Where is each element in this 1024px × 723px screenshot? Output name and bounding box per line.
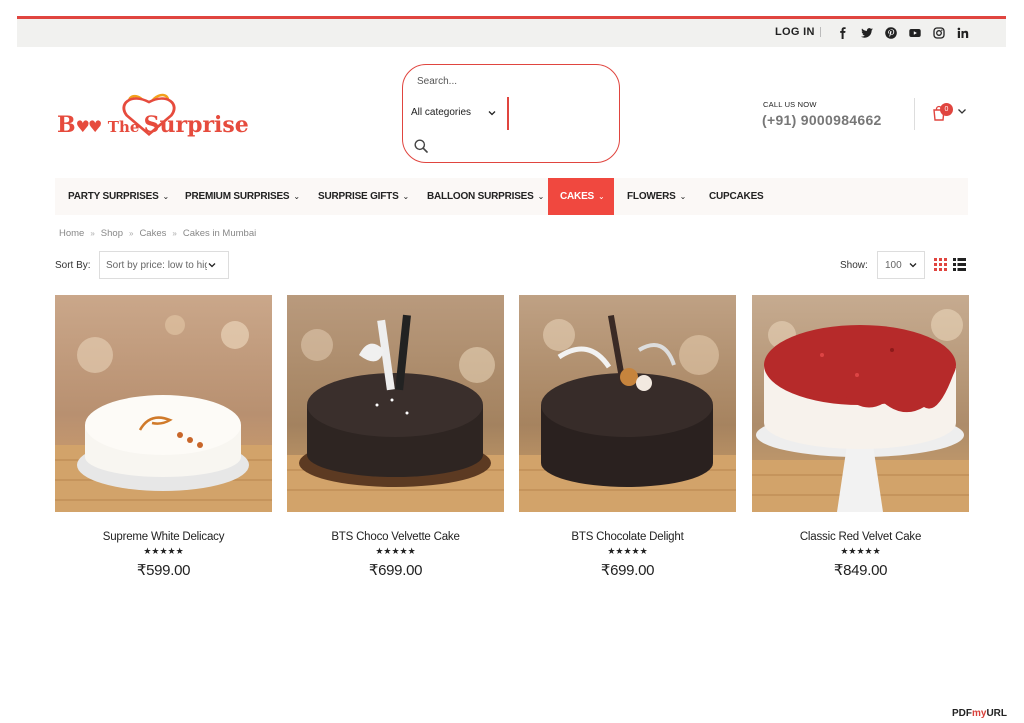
nav-label: SURPRISE GIFTS [318,191,399,202]
logo-wordmark: B♥♥ The Surprise [57,112,249,138]
chevron-down-icon: ⌄ [537,192,545,201]
nav-label: CAKES [560,191,595,202]
search-box: All categories [402,64,620,163]
breadcrumb-separator: » [90,229,95,238]
linkedin-icon[interactable] [955,25,970,40]
product-card[interactable]: Classic Red Velvet Cake ★★★★★ ₹849.00 [752,295,969,579]
product-image[interactable] [287,295,504,512]
instagram-icon[interactable] [931,25,946,40]
search-icon[interactable] [414,139,428,153]
call-label: CALL US NOW [763,100,817,109]
cart-count-badge: 0 [940,103,953,116]
breadcrumb-separator: » [172,229,177,238]
youtube-icon[interactable] [907,25,922,40]
login-link[interactable]: LOG IN [775,26,815,38]
search-input[interactable] [417,74,607,88]
logo-hearts-icon: ♥♥ [75,117,103,136]
nav-item-surprise-gifts[interactable]: SURPRISE GIFTS ⌄ [318,178,409,215]
nav-label: BALLOON SURPRISES [427,191,534,202]
nav-label: CUPCAKES [709,191,764,202]
product-name[interactable]: Classic Red Velvet Cake [752,531,969,543]
product-card[interactable]: Supreme White Delicacy ★★★★★ ₹599.00 [55,295,272,579]
chevron-down-icon [488,111,496,116]
chevron-down-icon: ⌄ [293,192,300,201]
chevron-down-icon[interactable] [957,106,967,116]
product-name[interactable]: Supreme White Delicacy [55,531,272,543]
list-view-icon[interactable] [953,258,966,271]
nav-label: PARTY SURPRISES [68,191,159,202]
breadcrumb: Home » Shop » Cakes » Cakes in Mumbai [59,228,256,239]
top-bar: LOG IN [17,19,1006,47]
product-card[interactable]: BTS Chocolate Delight ★★★★★ ₹699.00 [519,295,736,579]
product-price: ₹599.00 [136,562,191,579]
nav-item-cakes[interactable]: CAKES ⌄ [548,178,614,215]
nav-item-cupcakes[interactable]: CUPCAKES [709,178,764,215]
nav-item-party-surprises[interactable]: PARTY SURPRISES ⌄ [68,178,169,215]
chevron-down-icon: ⌄ [162,192,170,201]
breadcrumb-current: Cakes in Mumbai [182,228,257,239]
breadcrumb-separator: » [128,229,134,238]
product-image[interactable] [55,295,272,512]
facebook-icon[interactable] [835,25,850,40]
nav-label: FLOWERS [627,191,676,202]
product-card[interactable]: BTS Choco Velvette Cake ★★★★★ ₹699.00 [287,295,504,579]
product-price: ₹849.00 [833,562,888,579]
show-label: Show: [840,260,868,271]
nav-item-premium-surprises[interactable]: PREMIUM SURPRISES ⌄ [185,178,300,215]
grid-view-icon[interactable] [934,258,947,271]
rating-stars: ★★★★★ [143,546,184,556]
nav-item-balloon-surprises[interactable]: BALLOON SURPRISES ⌄ [427,178,544,215]
chevron-down-icon [207,260,217,270]
sort-by-label: Sort By: [55,260,91,271]
logo-left-text: B [57,112,76,138]
product-name[interactable]: BTS Chocolate Delight [519,531,736,543]
chevron-down-icon: ⌄ [679,192,687,201]
search-divider [507,97,509,130]
login-separator [820,27,821,37]
logo-mid-text: The [107,118,140,136]
pdfmyurl-watermark: PDFmyURL [952,708,1007,719]
social-links [835,25,970,40]
product-price: ₹699.00 [368,562,423,579]
breadcrumb-home[interactable]: Home [59,228,84,239]
product-name[interactable]: BTS Choco Velvette Cake [287,531,504,543]
breadcrumb-shop[interactable]: Shop [101,228,123,239]
category-select[interactable]: All categories [411,107,471,118]
header-separator [914,98,915,130]
twitter-icon[interactable] [859,25,874,40]
chevron-down-icon: ⌄ [402,192,410,201]
nav-item-flowers[interactable]: FLOWERS ⌄ [627,178,686,215]
pinterest-icon[interactable] [883,25,898,40]
logo-right-text: Surprise [143,112,249,138]
nav-label: PREMIUM SURPRISES [185,191,290,202]
product-image[interactable] [752,295,969,512]
call-number[interactable]: (+91) 9000984662 [762,112,882,128]
watermark-post: URL [986,708,1008,719]
rating-stars: ★★★★★ [607,546,648,556]
product-image[interactable] [519,295,736,512]
chevron-down-icon [909,263,917,268]
watermark-pre: PDF [952,708,972,719]
breadcrumb-cakes[interactable]: Cakes [139,228,166,239]
site-logo[interactable]: B♥♥ The Surprise [57,74,259,150]
watermark-mid: my [972,708,987,719]
rating-stars: ★★★★★ [375,546,416,556]
chevron-down-icon: ⌄ [598,192,605,201]
rating-stars: ★★★★★ [840,546,881,556]
product-price: ₹699.00 [600,562,655,579]
main-nav: PARTY SURPRISES ⌄ PREMIUM SURPRISES ⌄ SURP… [55,178,968,215]
